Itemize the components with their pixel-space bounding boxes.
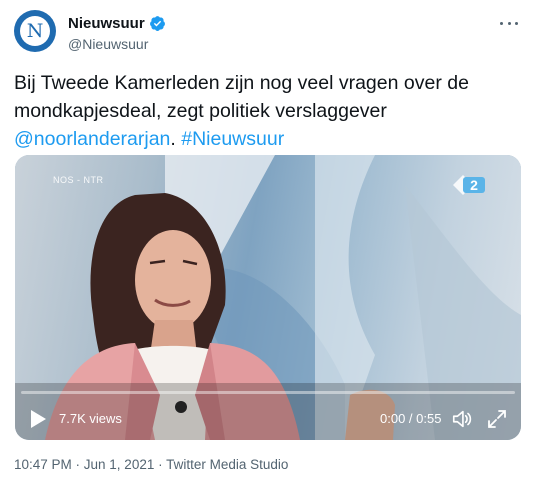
name-row: Nieuwsuur: [68, 15, 166, 32]
progress-bar[interactable]: [21, 391, 515, 394]
video-time: 0:00 / 0:55: [380, 411, 442, 426]
display-name[interactable]: Nieuwsuur: [68, 15, 145, 32]
verified-badge-icon: [149, 16, 165, 31]
avatar-inner: N: [20, 16, 50, 46]
svg-text:2: 2: [470, 177, 478, 193]
tweet-separator: .: [170, 128, 182, 150]
mention-link[interactable]: @noorlanderarjan: [14, 128, 170, 150]
hashtag-link[interactable]: #Nieuwsuur: [181, 128, 284, 150]
npo2-logo-icon: 2: [453, 175, 485, 195]
video-frame: [15, 155, 521, 440]
video-controls: 7.7K views 0:00 / 0:55: [15, 405, 521, 435]
more-dot: [515, 21, 518, 25]
channel-label: NOS - NTR: [53, 175, 104, 185]
tweet-text: Bij Tweede Kamerleden zijn nog veel vrag…: [14, 69, 514, 153]
more-icon[interactable]: [500, 14, 518, 32]
account-handle[interactable]: @Nieuwsuur: [68, 36, 148, 52]
fullscreen-icon[interactable]: [487, 409, 507, 429]
view-count: 7.7K views: [59, 411, 122, 426]
play-icon[interactable]: [29, 409, 47, 429]
volume-icon[interactable]: [451, 408, 473, 430]
tweet-body: Bij Tweede Kamerleden zijn nog veel vrag…: [14, 72, 469, 122]
avatar-letter: N: [26, 19, 44, 42]
avatar[interactable]: N: [14, 10, 56, 52]
more-dot: [500, 21, 503, 25]
tweet-timestamp[interactable]: 10:47 PM · Jun 1, 2021 · Twitter Media S…: [14, 457, 288, 472]
tweet-card: N Nieuwsuur @Nieuwsuur Bij Tweede Kamerl…: [0, 0, 536, 484]
video-player[interactable]: NOS - NTR 2 7.7K views 0:00 / 0:55: [15, 155, 521, 440]
more-dot: [507, 21, 511, 25]
